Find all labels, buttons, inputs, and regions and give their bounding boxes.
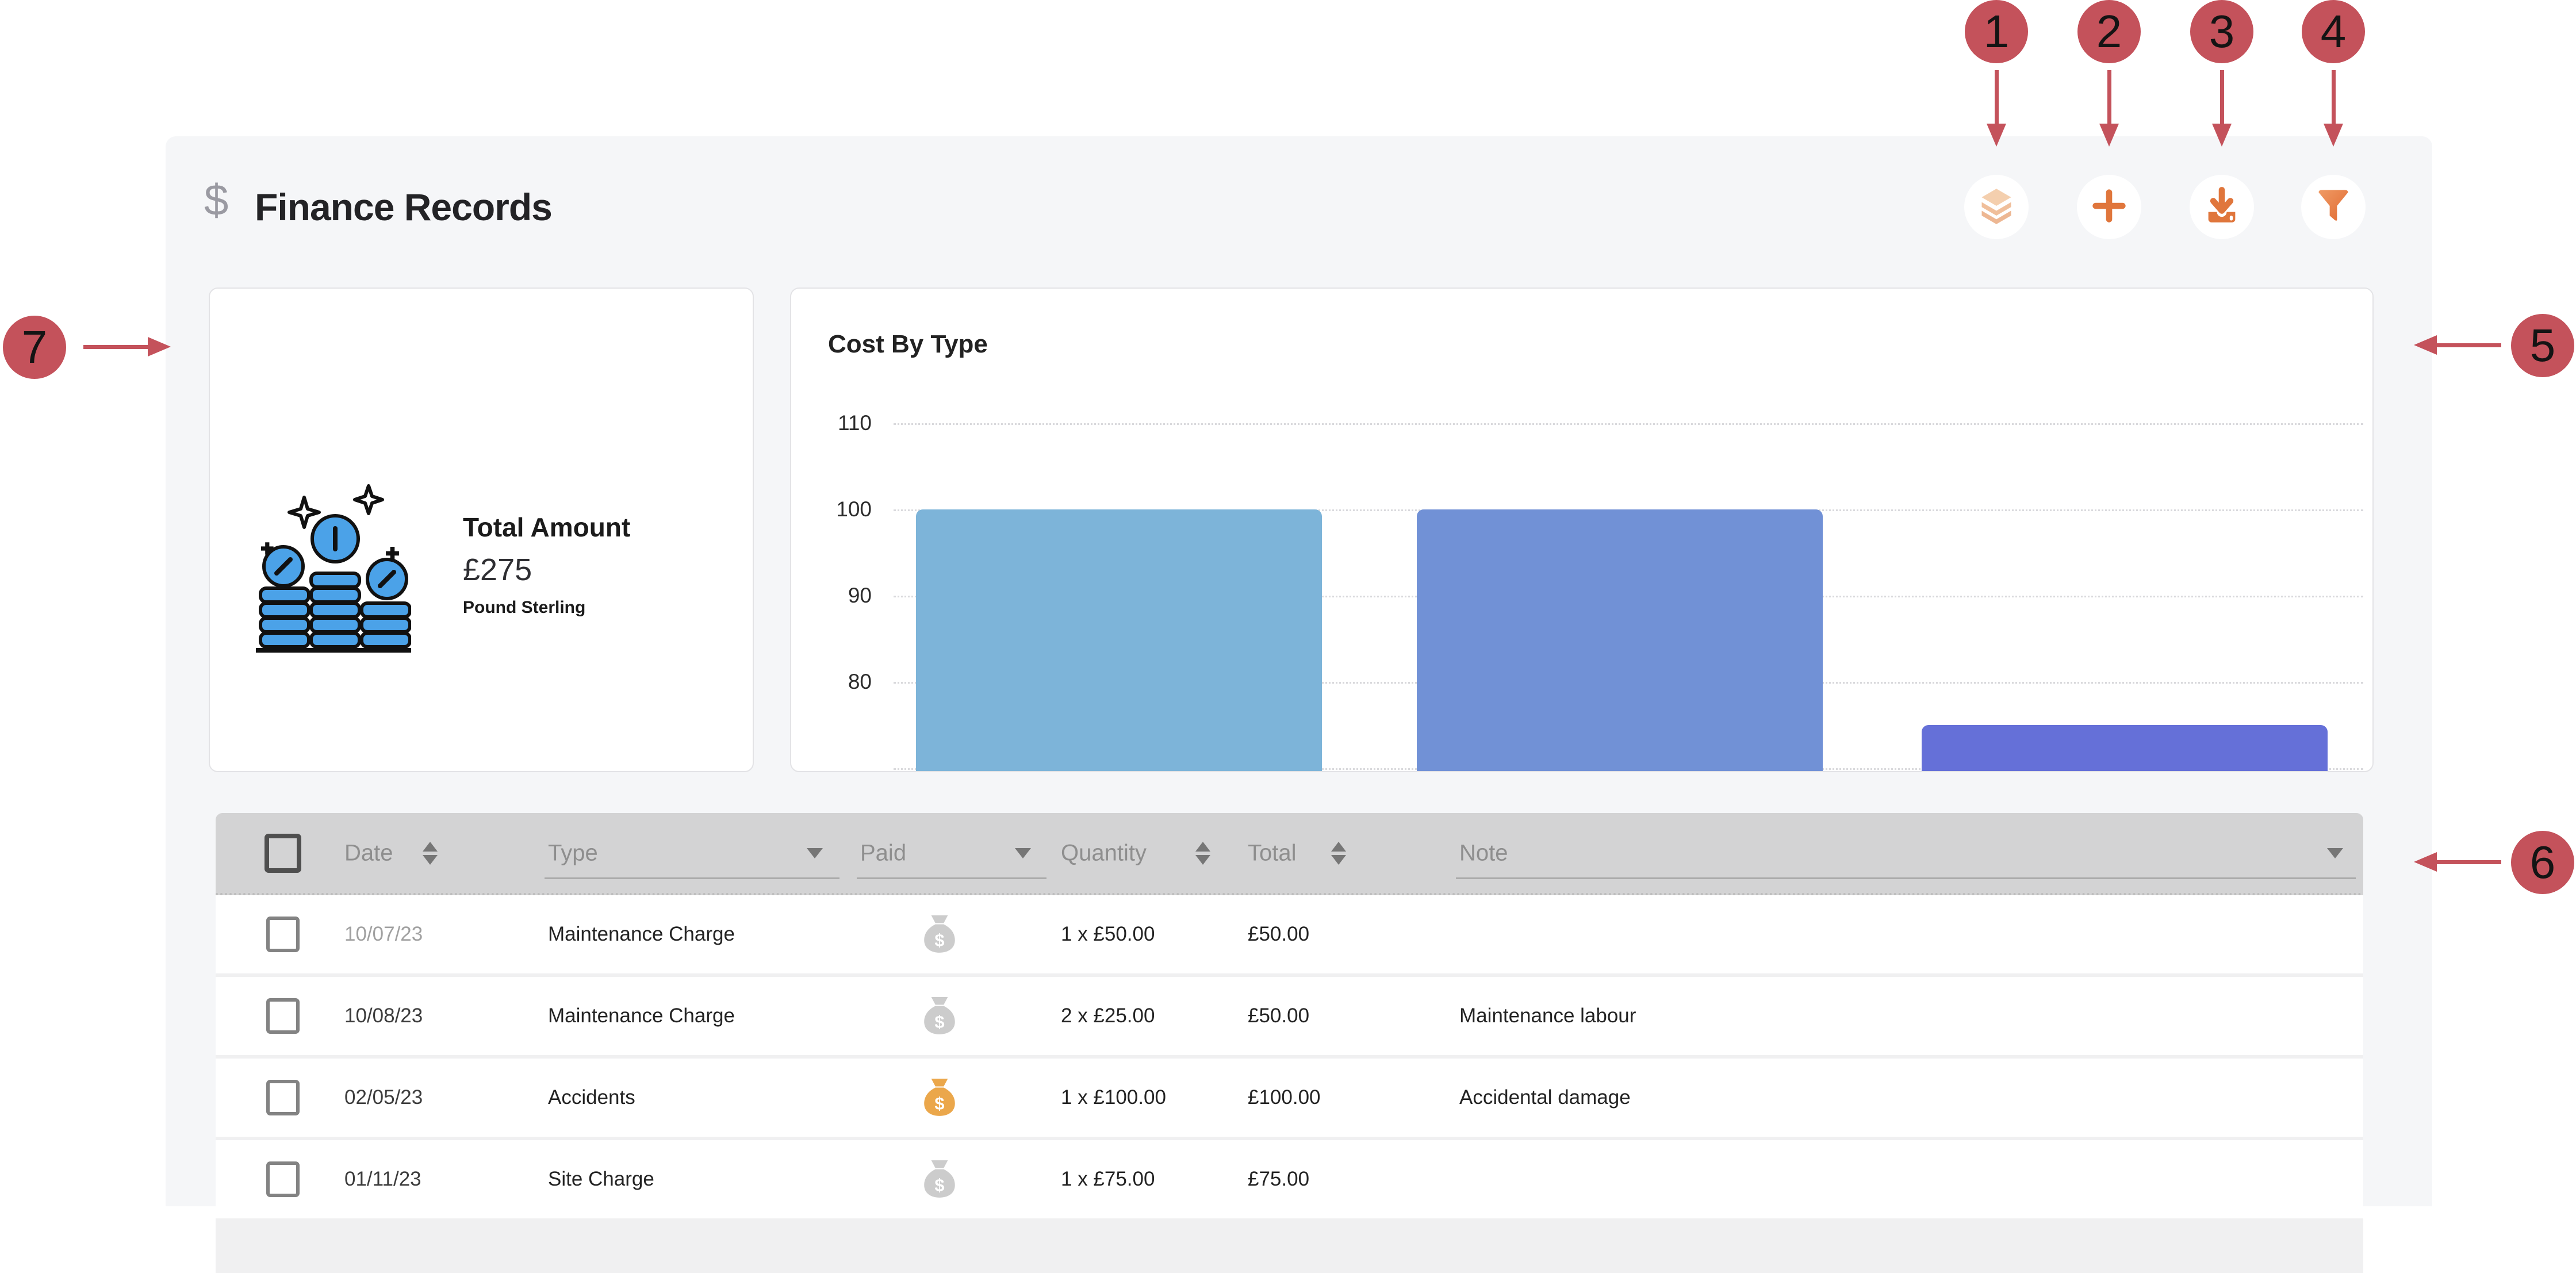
page-title: Finance Records: [255, 185, 552, 229]
svg-text:$: $: [934, 1175, 944, 1195]
table-row[interactable]: 01/11/23 Site Charge $ 1 x £75.00 £75.00: [216, 1140, 2363, 1218]
arrow-5-head: [2414, 335, 2437, 355]
arrow-6: [2437, 860, 2501, 864]
arrow-1-head: [1987, 124, 2006, 147]
cell-note: Accidental damage: [1459, 1086, 1631, 1109]
cell-quantity: 1 x £50.00: [1061, 923, 1155, 946]
sort-icon-date[interactable]: [423, 842, 438, 865]
cell-type: Accidents: [548, 1086, 635, 1109]
table-row[interactable]: 02/05/23 Accidents $ 1 x £100.00 £100.00…: [216, 1059, 2363, 1137]
annotation-badge-4: 4: [2302, 0, 2365, 63]
cell-date: 02/05/23: [344, 1086, 423, 1109]
row-checkbox[interactable]: [266, 1161, 300, 1197]
cell-type: Maintenance Charge: [548, 1004, 735, 1027]
summary-title: Total Amount: [463, 512, 630, 543]
cell-total: £50.00: [1248, 1004, 1309, 1027]
chart-ytick-label: 100: [797, 497, 872, 522]
arrow-1: [1995, 70, 1999, 125]
chart-title: Cost By Type: [828, 330, 988, 359]
chevron-down-icon-type[interactable]: [807, 848, 823, 858]
arrow-5: [2437, 343, 2501, 347]
chart-bar[interactable]: [1922, 725, 2328, 772]
layers-icon: [1977, 186, 2016, 228]
table-body: 10/07/23 Maintenance Charge $ 1 x £50.00…: [216, 895, 2363, 1218]
coin-stacks-icon: [256, 481, 411, 657]
import-button[interactable]: [2190, 175, 2254, 239]
money-bag-icon: $: [919, 1078, 960, 1118]
arrow-6-head: [2414, 852, 2437, 872]
cell-date: 01/11/23: [344, 1168, 421, 1191]
money-bag-icon: $: [919, 996, 960, 1036]
total-amount-card: Total Amount £275 Pound Sterling: [209, 287, 754, 772]
chart-bar[interactable]: [1417, 509, 1823, 772]
plus-icon: [2090, 186, 2129, 228]
column-header-total[interactable]: Total: [1248, 840, 1297, 866]
svg-text:$: $: [934, 930, 944, 950]
currency-dollar-icon: $: [204, 175, 228, 225]
arrow-3-head: [2212, 124, 2232, 147]
annotation-badge-2: 2: [2077, 0, 2141, 63]
column-header-date[interactable]: Date: [344, 840, 393, 866]
column-header-type[interactable]: Type: [548, 840, 598, 866]
arrow-2: [2107, 70, 2111, 125]
cell-total: £75.00: [1248, 1168, 1309, 1191]
filter-button[interactable]: [2301, 175, 2366, 239]
arrow-7: [83, 345, 148, 349]
svg-text:$: $: [934, 1012, 944, 1032]
type-filter-underline: [545, 877, 839, 879]
funnel-icon: [2314, 186, 2353, 228]
arrow-2-head: [2099, 124, 2119, 147]
money-bag-icon: $: [919, 1159, 960, 1199]
note-filter-underline: [1456, 877, 2356, 879]
row-checkbox[interactable]: [266, 998, 300, 1034]
cost-by-type-chart-card: Cost By Type 110 100 90 80: [790, 287, 2374, 772]
table-row[interactable]: 10/07/23 Maintenance Charge $ 1 x £50.00…: [216, 895, 2363, 973]
layers-button[interactable]: [1964, 175, 2029, 239]
row-checkbox[interactable]: [266, 917, 300, 952]
column-header-note[interactable]: Note: [1459, 840, 1508, 866]
arrow-4-head: [2324, 124, 2343, 147]
summary-amount: £275: [463, 552, 630, 588]
cell-total: £100.00: [1248, 1086, 1321, 1109]
annotation-badge-5: 5: [2511, 314, 2574, 377]
sort-icon-quantity[interactable]: [1195, 842, 1210, 865]
annotation-badge-7: 7: [3, 316, 66, 379]
chart-bar[interactable]: [916, 509, 1322, 772]
paid-filter-underline: [857, 877, 1046, 879]
summary-currency-label: Pound Sterling: [463, 598, 630, 618]
download-icon: [2202, 186, 2241, 228]
arrow-7-head: [148, 337, 171, 356]
chevron-down-icon-note[interactable]: [2327, 848, 2343, 858]
chart-gridline: [894, 423, 2363, 425]
finance-table: Date Type Paid Quantity Total Note 10/07…: [216, 813, 2363, 1273]
cell-type: Maintenance Charge: [548, 923, 735, 946]
cell-date: 10/08/23: [344, 1004, 423, 1027]
money-bag-icon: $: [919, 914, 960, 954]
column-header-paid[interactable]: Paid: [860, 840, 906, 866]
table-header-row: Date Type Paid Quantity Total Note: [216, 813, 2363, 895]
chevron-down-icon-paid[interactable]: [1015, 848, 1031, 858]
cell-date: 10/07/23: [344, 923, 423, 946]
annotation-badge-1: 1: [1965, 0, 2028, 63]
cell-quantity: 1 x £100.00: [1061, 1086, 1166, 1109]
annotation-badge-3: 3: [2190, 0, 2253, 63]
table-row[interactable]: 10/08/23 Maintenance Charge $ 2 x £25.00…: [216, 977, 2363, 1055]
select-all-checkbox[interactable]: [264, 834, 301, 873]
chart-ytick-label: 80: [797, 670, 872, 694]
column-header-quantity[interactable]: Quantity: [1061, 840, 1147, 866]
cell-quantity: 1 x £75.00: [1061, 1168, 1155, 1191]
arrow-4: [2332, 70, 2336, 125]
annotation-badge-6: 6: [2511, 831, 2574, 894]
cell-note: Maintenance labour: [1459, 1004, 1636, 1027]
chart-ytick-label: 110: [797, 411, 872, 435]
cell-total: £50.00: [1248, 923, 1309, 946]
svg-text:$: $: [934, 1094, 944, 1114]
cell-quantity: 2 x £25.00: [1061, 1004, 1155, 1027]
row-checkbox[interactable]: [266, 1080, 300, 1115]
sort-icon-total[interactable]: [1331, 842, 1346, 865]
cell-type: Site Charge: [548, 1168, 654, 1191]
chart-ytick-label: 90: [797, 584, 872, 608]
arrow-3: [2220, 70, 2224, 125]
add-button[interactable]: [2077, 175, 2141, 239]
